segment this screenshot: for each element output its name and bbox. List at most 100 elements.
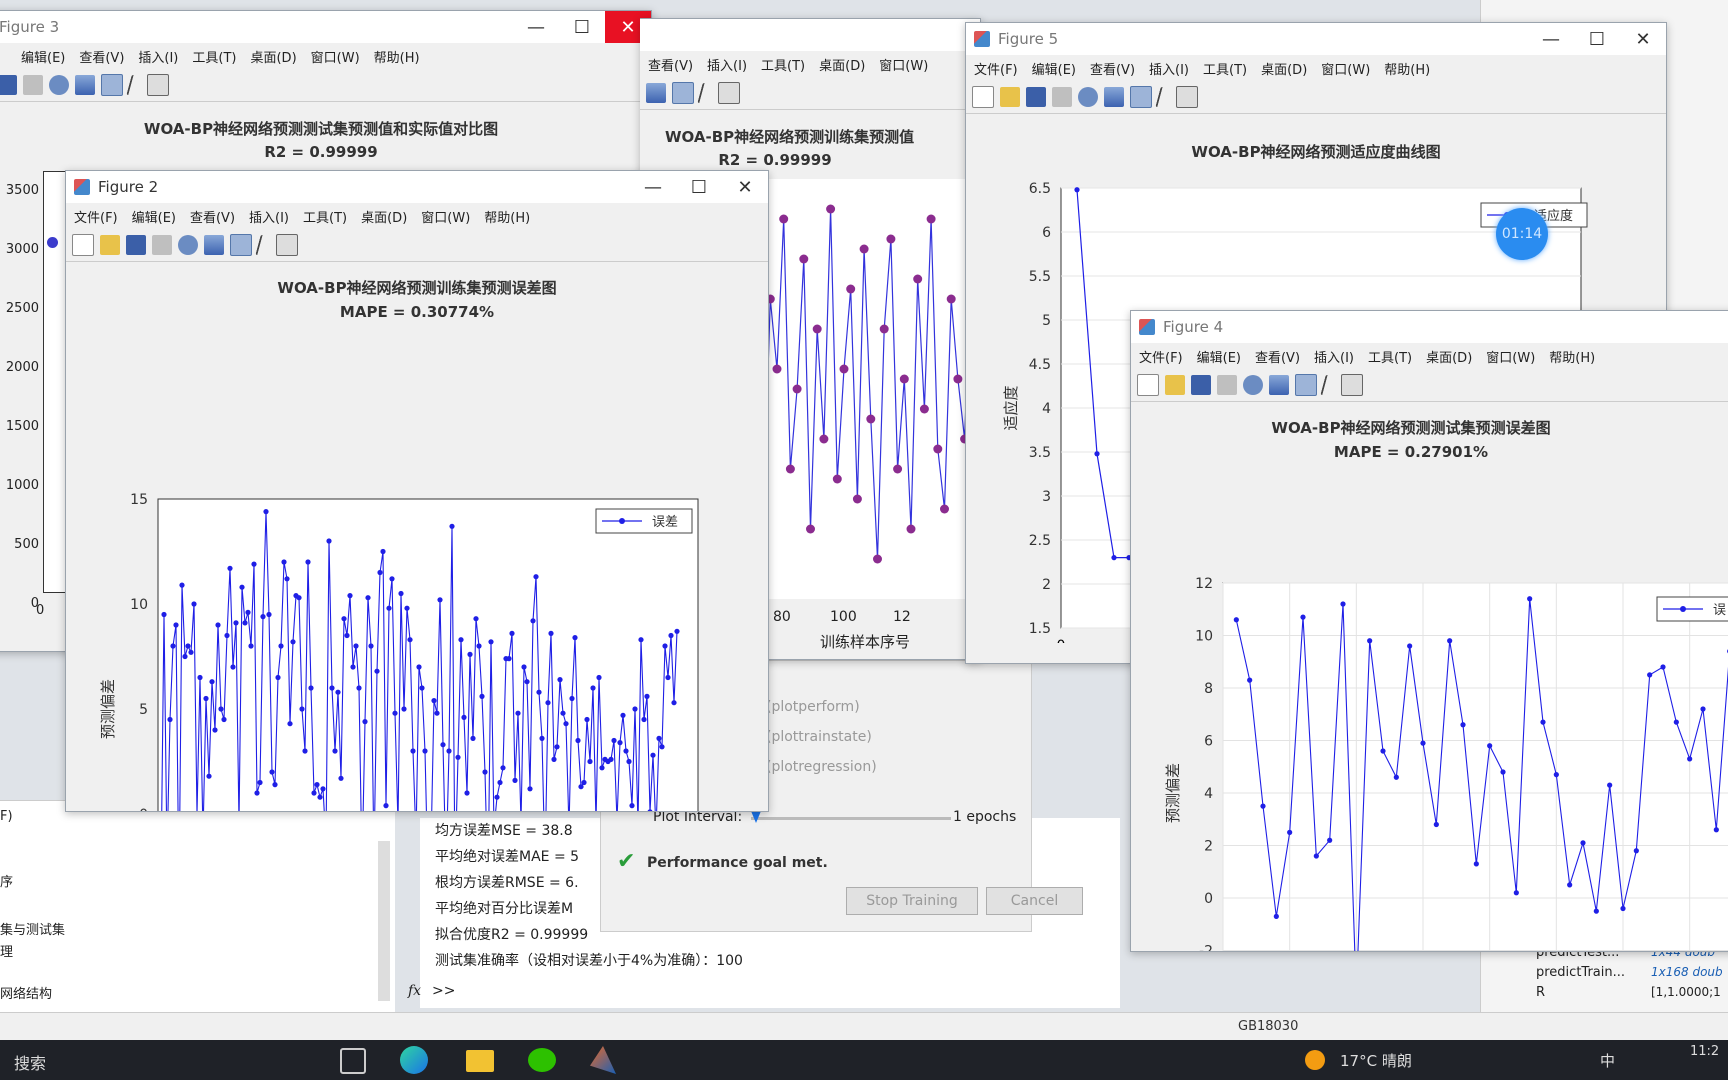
- dock-icon[interactable]: [1341, 374, 1363, 396]
- menu-item[interactable]: 帮助(H): [374, 47, 420, 66]
- new-figure-icon[interactable]: [72, 234, 94, 256]
- edge-icon[interactable]: [400, 1046, 428, 1074]
- colorbar-icon[interactable]: [204, 235, 224, 255]
- zoom-icon[interactable]: [1243, 375, 1263, 395]
- maximize-icon[interactable]: ☐: [676, 171, 722, 203]
- colorbar-icon[interactable]: [75, 75, 95, 95]
- command-prompt[interactable]: >>: [432, 978, 455, 1004]
- cursor-icon[interactable]: [1155, 87, 1173, 107]
- menu-item[interactable]: 窗口(W): [1486, 347, 1535, 366]
- dock-icon[interactable]: [276, 234, 298, 256]
- taskbar-search[interactable]: 搜索: [14, 1050, 46, 1074]
- zoom-icon[interactable]: [178, 235, 198, 255]
- figure3-titlebar[interactable]: Figure 3 — ☐ ✕: [0, 11, 651, 43]
- plot-perform-link[interactable]: (plotperform): [766, 699, 860, 715]
- plot-trainstate-link[interactable]: (plottrainstate): [766, 729, 872, 745]
- menu-item[interactable]: 桌面(D): [819, 55, 865, 74]
- menu-item[interactable]: 编辑(E): [21, 47, 65, 66]
- menu-item[interactable]: 插入(I): [1314, 347, 1354, 366]
- legend-icon[interactable]: [230, 234, 252, 256]
- figure1-titlebar[interactable]: [640, 19, 980, 51]
- cursor-icon[interactable]: [126, 75, 144, 95]
- open-icon[interactable]: [100, 235, 120, 255]
- folder-item[interactable]: 集与测试集: [0, 919, 65, 938]
- cursor-icon[interactable]: [255, 235, 273, 255]
- maximize-icon[interactable]: ☐: [559, 11, 605, 43]
- cancel-button[interactable]: Cancel: [986, 887, 1083, 915]
- menu-item[interactable]: 帮助(H): [484, 207, 530, 226]
- close-icon[interactable]: ✕: [1620, 23, 1666, 55]
- print-icon[interactable]: [152, 235, 172, 255]
- cursor-icon[interactable]: [697, 83, 715, 103]
- menu-item[interactable]: 编辑(E): [132, 207, 176, 226]
- menu-item[interactable]: 工具(T): [761, 55, 805, 74]
- colorbar-icon[interactable]: [1269, 375, 1289, 395]
- wechat-icon[interactable]: [528, 1048, 556, 1072]
- menu-item[interactable]: 窗口(W): [421, 207, 470, 226]
- workspace-row-3[interactable]: R [1,1.0000;1: [1481, 985, 1728, 1005]
- zoom-icon[interactable]: [49, 75, 69, 95]
- menu-item[interactable]: 编辑(E): [1197, 347, 1241, 366]
- dock-icon[interactable]: [147, 74, 169, 96]
- menu-item[interactable]: 工具(T): [1203, 59, 1247, 78]
- print-icon[interactable]: [23, 75, 43, 95]
- menu-item[interactable]: 查看(V): [648, 55, 693, 74]
- menu-item[interactable]: 编辑(E): [1032, 59, 1076, 78]
- file-explorer-icon[interactable]: [466, 1050, 494, 1072]
- minimize-icon[interactable]: —: [630, 171, 676, 203]
- new-figure-icon[interactable]: [972, 86, 994, 108]
- menu-item[interactable]: 插入(I): [138, 47, 178, 66]
- open-icon[interactable]: [1000, 87, 1020, 107]
- dock-icon[interactable]: [1176, 86, 1198, 108]
- dock-icon[interactable]: [718, 82, 740, 104]
- menu-item[interactable]: 查看(V): [79, 47, 124, 66]
- clock-text[interactable]: 11:2: [1690, 1044, 1719, 1059]
- figure5-titlebar[interactable]: Figure 5 — ☐ ✕: [966, 23, 1666, 55]
- menu-item[interactable]: 窗口(W): [879, 55, 928, 74]
- stop-training-button[interactable]: Stop Training: [846, 887, 978, 915]
- menu-item[interactable]: 帮助(H): [1384, 59, 1430, 78]
- plot-interval-slider[interactable]: [751, 811, 951, 823]
- figure2-titlebar[interactable]: Figure 2 — ☐ ✕: [66, 171, 768, 203]
- legend-icon[interactable]: [672, 82, 694, 104]
- menu-item[interactable]: 插入(I): [707, 55, 747, 74]
- matlab-taskbar-icon[interactable]: [590, 1046, 616, 1074]
- slider-thumb[interactable]: [751, 811, 761, 823]
- menu-item[interactable]: 查看(V): [190, 207, 235, 226]
- folder-item[interactable]: 理: [0, 941, 13, 960]
- scrollbar[interactable]: [378, 841, 390, 1001]
- folder-item[interactable]: F): [0, 809, 13, 824]
- menu-item[interactable]: 查看(V): [1255, 347, 1300, 366]
- menu-item[interactable]: 工具(T): [192, 47, 236, 66]
- zoom-icon[interactable]: [1078, 87, 1098, 107]
- legend-icon[interactable]: [1295, 374, 1317, 396]
- menu-item[interactable]: 桌面(D): [250, 47, 296, 66]
- colorbar-icon[interactable]: [1104, 87, 1124, 107]
- save-icon[interactable]: [0, 75, 17, 95]
- minimize-icon[interactable]: —: [513, 11, 559, 43]
- workspace-row-2[interactable]: predictTrain... 1x168 doub: [1481, 965, 1728, 985]
- menu-item[interactable]: 工具(T): [303, 207, 347, 226]
- menu-item[interactable]: 窗口(W): [311, 47, 360, 66]
- close-icon[interactable]: ✕: [722, 171, 768, 203]
- menu-item[interactable]: 文件(F): [1139, 347, 1183, 366]
- plot-regression-link[interactable]: (plotregression): [766, 759, 877, 775]
- save-icon[interactable]: [126, 235, 146, 255]
- menu-item[interactable]: 文件(F): [74, 207, 118, 226]
- new-figure-icon[interactable]: [1137, 374, 1159, 396]
- save-icon[interactable]: [1191, 375, 1211, 395]
- cursor-icon[interactable]: [1320, 375, 1338, 395]
- menu-item[interactable]: 窗口(W): [1321, 59, 1370, 78]
- menu-item[interactable]: 插入(I): [1149, 59, 1189, 78]
- menu-item[interactable]: 桌面(D): [1261, 59, 1307, 78]
- legend-icon[interactable]: [1130, 86, 1152, 108]
- menu-item[interactable]: 桌面(D): [1426, 347, 1472, 366]
- menu-item[interactable]: 查看(V): [1090, 59, 1135, 78]
- task-view-icon[interactable]: [340, 1048, 366, 1074]
- figure4-window[interactable]: Figure 4 文件(F) 编辑(E) 查看(V) 插入(I) 工具(T) 桌…: [1130, 310, 1728, 952]
- print-icon[interactable]: [1052, 87, 1072, 107]
- minimize-icon[interactable]: —: [1528, 23, 1574, 55]
- ime-indicator[interactable]: 中: [1600, 1050, 1615, 1071]
- menu-item[interactable]: 文件(F): [974, 59, 1018, 78]
- timer-badge[interactable]: 01:14: [1496, 208, 1548, 260]
